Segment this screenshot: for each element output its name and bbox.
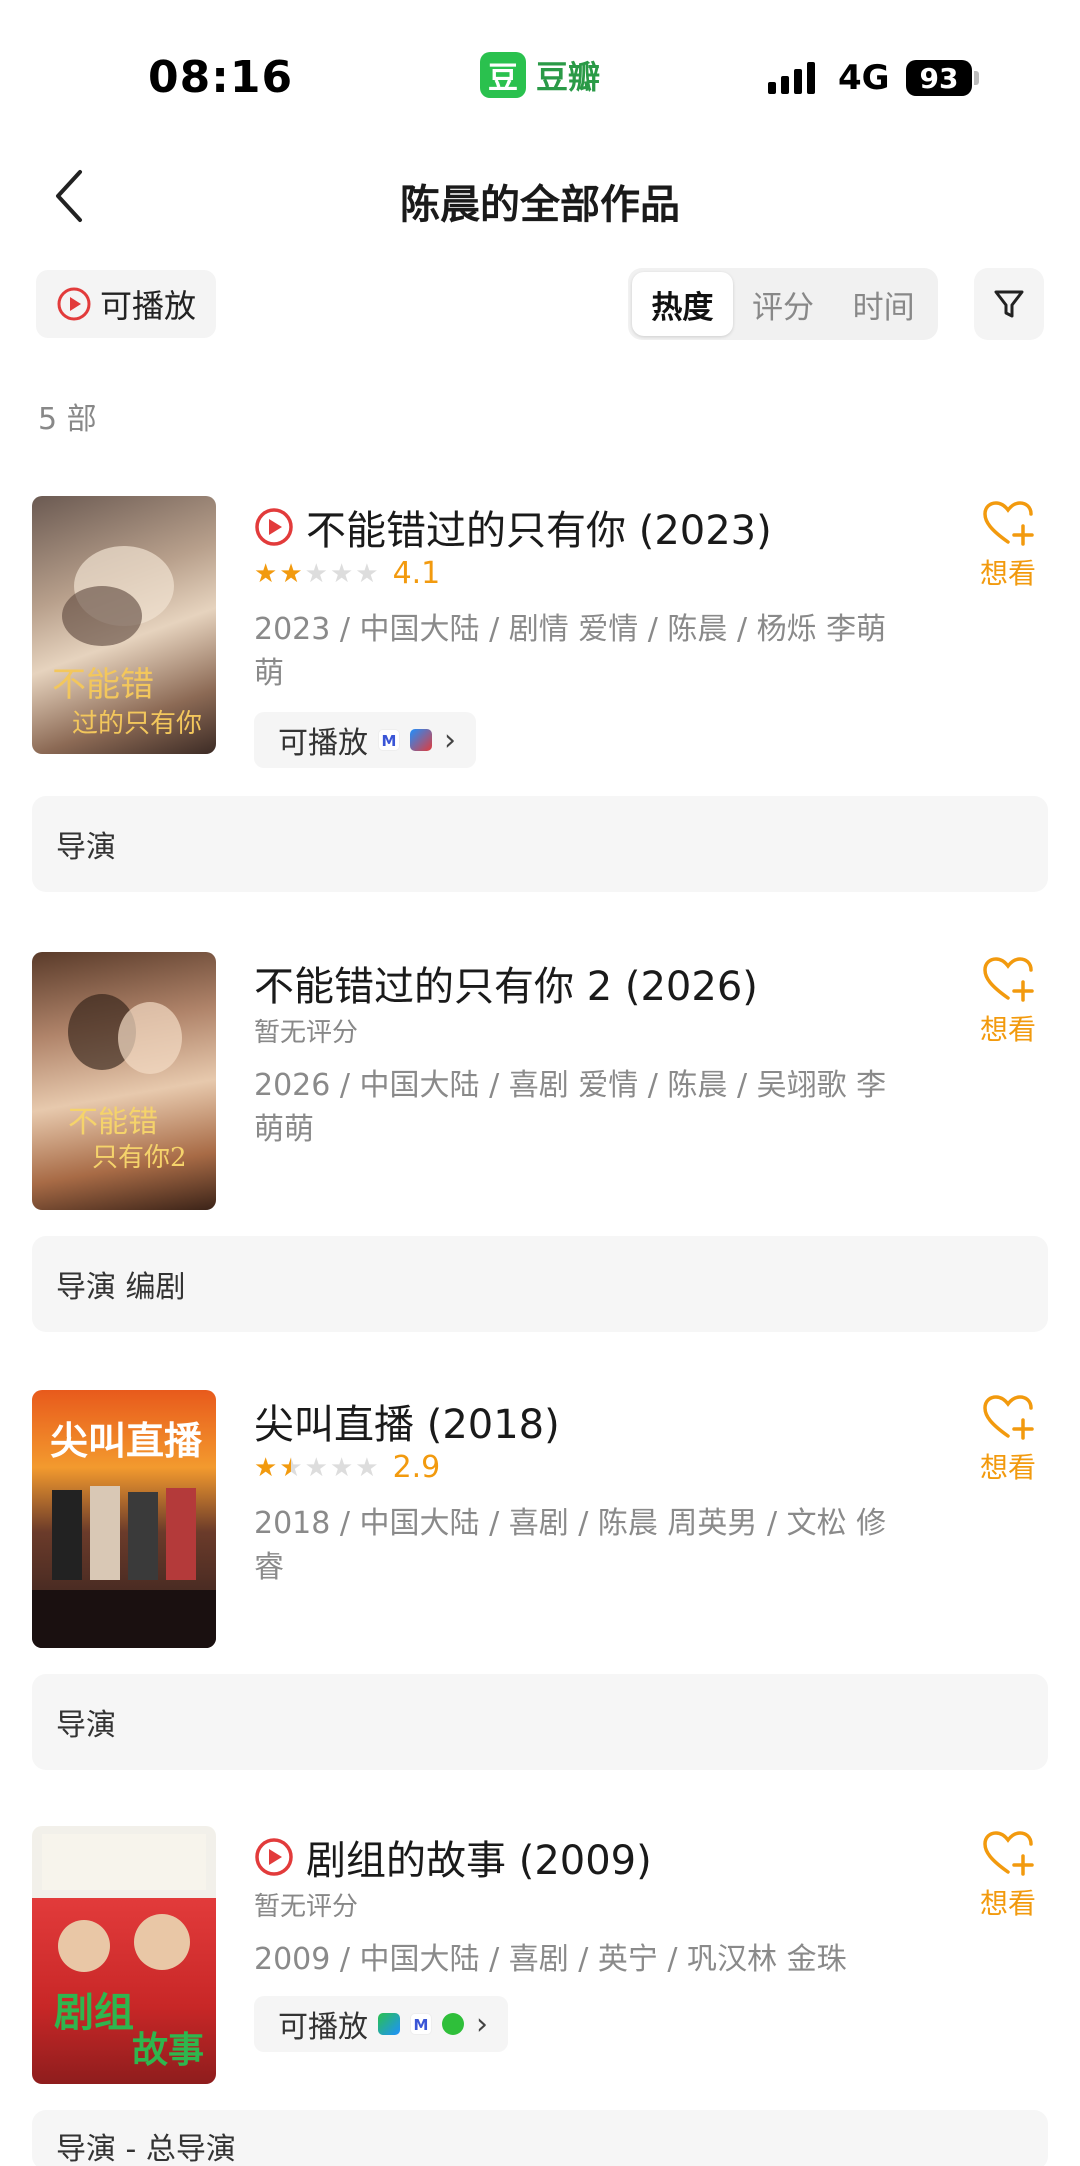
movie-poster[interactable]: 不能错 只有你2: [32, 952, 216, 1210]
movie-title-row[interactable]: 尖叫直播 (2018): [254, 1392, 560, 1450]
page-title: 陈晨的全部作品: [400, 182, 680, 228]
rating-score: 4.1: [392, 556, 441, 591]
no-rating-label: 暂无评分: [254, 1018, 359, 1048]
movie-title: 剧组的故事 (2009): [306, 1838, 652, 1884]
star-rating: ★ ★ ★ ★ ★: [254, 1455, 379, 1481]
poster-art: 不能错 过的只有你: [52, 546, 202, 739]
movie-poster[interactable]: 剧组 故事: [32, 1826, 216, 2084]
signal-icon: [768, 60, 815, 94]
want-to-watch-button[interactable]: 想看: [968, 956, 1048, 1048]
want-to-watch-label: 想看: [979, 1013, 1036, 1046]
movie-meta: 2009 / 中国大陆 / 喜剧 / 英宁 / 巩汉林 金珠: [254, 1942, 847, 1977]
chevron-right-icon: ›: [476, 2006, 488, 2042]
movie-poster[interactable]: 尖叫直播: [32, 1390, 216, 1648]
movie-title: 尖叫直播 (2018): [254, 1402, 560, 1448]
want-to-watch-button[interactable]: 想看: [968, 500, 1048, 592]
poster-art: 尖叫直播: [32, 1419, 216, 1648]
svg-text:过的只有你: 过的只有你: [72, 709, 202, 739]
star-full-icon: ★: [254, 1452, 278, 1483]
play-circle-icon: [255, 508, 293, 546]
movie-meta: 2026 / 中国大陆 / 喜剧 爱情 / 陈晨 / 吴翊歌 李萌萌: [254, 1068, 887, 1147]
screen: 08:16 豆 豆瓣 4G 93 陈晨的全部作品 可播放 热度 评分 时间 5 …: [0, 0, 1080, 2166]
heart-plus-icon: [983, 501, 1034, 546]
tab-rating[interactable]: 评分: [733, 272, 834, 336]
svg-text:只有你2: 只有你2: [92, 1143, 187, 1173]
svg-text:剧组: 剧组: [54, 1990, 134, 2036]
play-chip-button[interactable]: 可播放 M ›: [254, 712, 476, 768]
play-chip-button[interactable]: 可播放 M ›: [254, 1996, 508, 2052]
tab-popularity[interactable]: 热度: [632, 272, 733, 336]
youku-icon: M: [378, 729, 400, 751]
tab-time[interactable]: 时间: [833, 272, 934, 336]
no-rating-label: 暂无评分: [254, 1892, 359, 1922]
star-empty-icon: ★: [355, 558, 379, 589]
play-chip-label: 可播放: [278, 726, 368, 761]
poster-art: 剧组 故事: [42, 1834, 206, 2071]
star-full-icon: ★: [254, 558, 278, 589]
play-chip-label: 可播放: [278, 2010, 368, 2045]
star-full-icon: ★: [279, 558, 303, 589]
filter-button[interactable]: [974, 268, 1044, 340]
star-empty-icon: ★: [304, 558, 328, 589]
youku-icon: M: [410, 2013, 432, 2035]
movie-poster[interactable]: 不能错 过的只有你: [32, 496, 216, 754]
heart-plus-icon: [983, 957, 1034, 1002]
want-to-watch-label: 想看: [979, 1887, 1036, 1920]
svg-text:不能错: 不能错: [68, 1105, 158, 1140]
movie-title: 不能错过的只有你 (2023): [306, 508, 772, 554]
movie-meta: 2023 / 中国大陆 / 剧情 爱情 / 陈晨 / 杨烁 李萌萌: [254, 612, 887, 691]
poster-art: 不能错 只有你2: [68, 994, 187, 1173]
star-empty-icon: ★: [329, 1452, 354, 1483]
movie-meta: 2018 / 中国大陆 / 喜剧 / 陈晨 周英男 / 文松 修睿: [254, 1506, 887, 1585]
status-time: 08:16: [148, 52, 294, 103]
works-count: 5 部: [38, 402, 97, 437]
role-bar: 导演: [32, 796, 1048, 892]
playable-filter-button[interactable]: 可播放: [36, 270, 216, 338]
star-empty-icon: ★: [355, 1452, 379, 1483]
douban-logo-icon: 豆: [480, 52, 526, 98]
funnel-icon: [994, 290, 1024, 318]
battery-icon: 93: [906, 60, 972, 96]
want-to-watch-button[interactable]: 想看: [968, 1394, 1048, 1486]
want-to-watch-button[interactable]: 想看: [968, 1830, 1048, 1922]
battery-tip: [974, 71, 979, 85]
want-to-watch-label: 想看: [979, 1451, 1036, 1484]
tencent-video-icon: [410, 729, 432, 751]
rating-score: 2.9: [392, 1450, 441, 1485]
play-circle-icon: [255, 1838, 293, 1876]
svg-text:尖叫直播: 尖叫直播: [50, 1419, 203, 1463]
svg-text:不能错: 不能错: [52, 665, 154, 705]
movie-title-row[interactable]: 不能错过的只有你 2 (2026): [254, 954, 758, 1012]
heart-plus-icon: [983, 1831, 1034, 1876]
movie-title: 不能错过的只有你 2 (2026): [254, 964, 758, 1010]
heart-plus-icon: [983, 1395, 1034, 1440]
rating-row: ★ ★ ★ ★ ★ 4.1: [254, 556, 440, 591]
status-bar: 08:16 豆 豆瓣 4G 93: [0, 0, 1080, 150]
play-circle-icon: [57, 287, 91, 321]
star-rating: ★ ★ ★ ★ ★: [254, 561, 379, 587]
svg-text:故事: 故事: [132, 2030, 204, 2071]
role-bar: 导演: [32, 1674, 1048, 1770]
app-name: 豆瓣: [536, 58, 601, 96]
movie-title-row[interactable]: 不能错过的只有你 (2023): [254, 498, 772, 556]
sort-tabs: 热度 评分 时间: [628, 268, 938, 340]
rating-row: 暂无评分: [254, 1886, 358, 1923]
role-bar: 导演 编剧: [32, 1236, 1048, 1332]
iqiyi-icon: [442, 2013, 464, 2035]
tencent-play-icon: [378, 2013, 400, 2035]
network-type: 4G: [838, 58, 890, 98]
movie-title-row[interactable]: 剧组的故事 (2009): [254, 1828, 652, 1886]
rating-row: 暂无评分: [254, 1012, 358, 1049]
chevron-right-icon: ›: [444, 722, 456, 758]
rating-row: ★ ★ ★ ★ ★ 2.9: [254, 1450, 440, 1485]
playable-filter-label: 可播放: [99, 287, 196, 325]
role-bar: 导演 - 总导演: [32, 2110, 1048, 2166]
app-badge: 豆 豆瓣: [480, 52, 600, 98]
star-half-icon: ★: [279, 1452, 303, 1483]
star-empty-icon: ★: [304, 1452, 328, 1483]
want-to-watch-label: 想看: [979, 557, 1036, 590]
star-empty-icon: ★: [329, 558, 354, 589]
